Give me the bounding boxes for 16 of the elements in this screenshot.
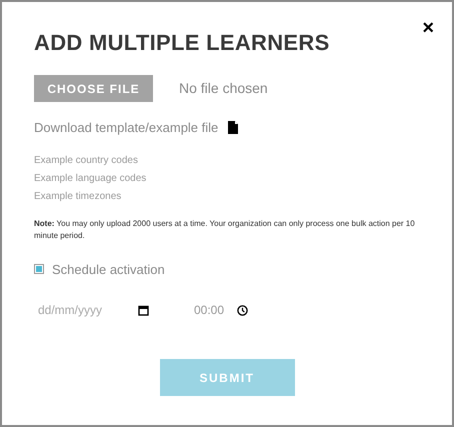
calendar-icon: [138, 304, 149, 316]
clock-icon: [237, 304, 248, 316]
note-text: Note: You may only upload 2000 users at a time. Your organization can only process one bulk action per 10 minute period.: [34, 218, 416, 242]
choose-file-button[interactable]: CHOOSE FILE: [34, 75, 153, 102]
download-link[interactable]: Download template/example file: [34, 118, 218, 138]
dialog-title: ADD MULTIPLE LEARNERS: [34, 29, 331, 57]
close-button[interactable]: ×: [422, 18, 434, 38]
file-status: No file chosen: [179, 79, 268, 98]
schedule-label: Schedule activation: [52, 260, 165, 278]
file-icon: [228, 121, 238, 134]
time-field[interactable]: 00:00: [194, 301, 230, 319]
date-field[interactable]: dd/mm/yyyy: [38, 301, 138, 319]
example-link[interactable]: Example timezones: [34, 188, 432, 204]
example-link[interactable]: Example language codes: [34, 170, 432, 186]
example-link[interactable]: Example country codes: [34, 152, 432, 168]
schedule-checkbox[interactable]: [34, 264, 44, 274]
